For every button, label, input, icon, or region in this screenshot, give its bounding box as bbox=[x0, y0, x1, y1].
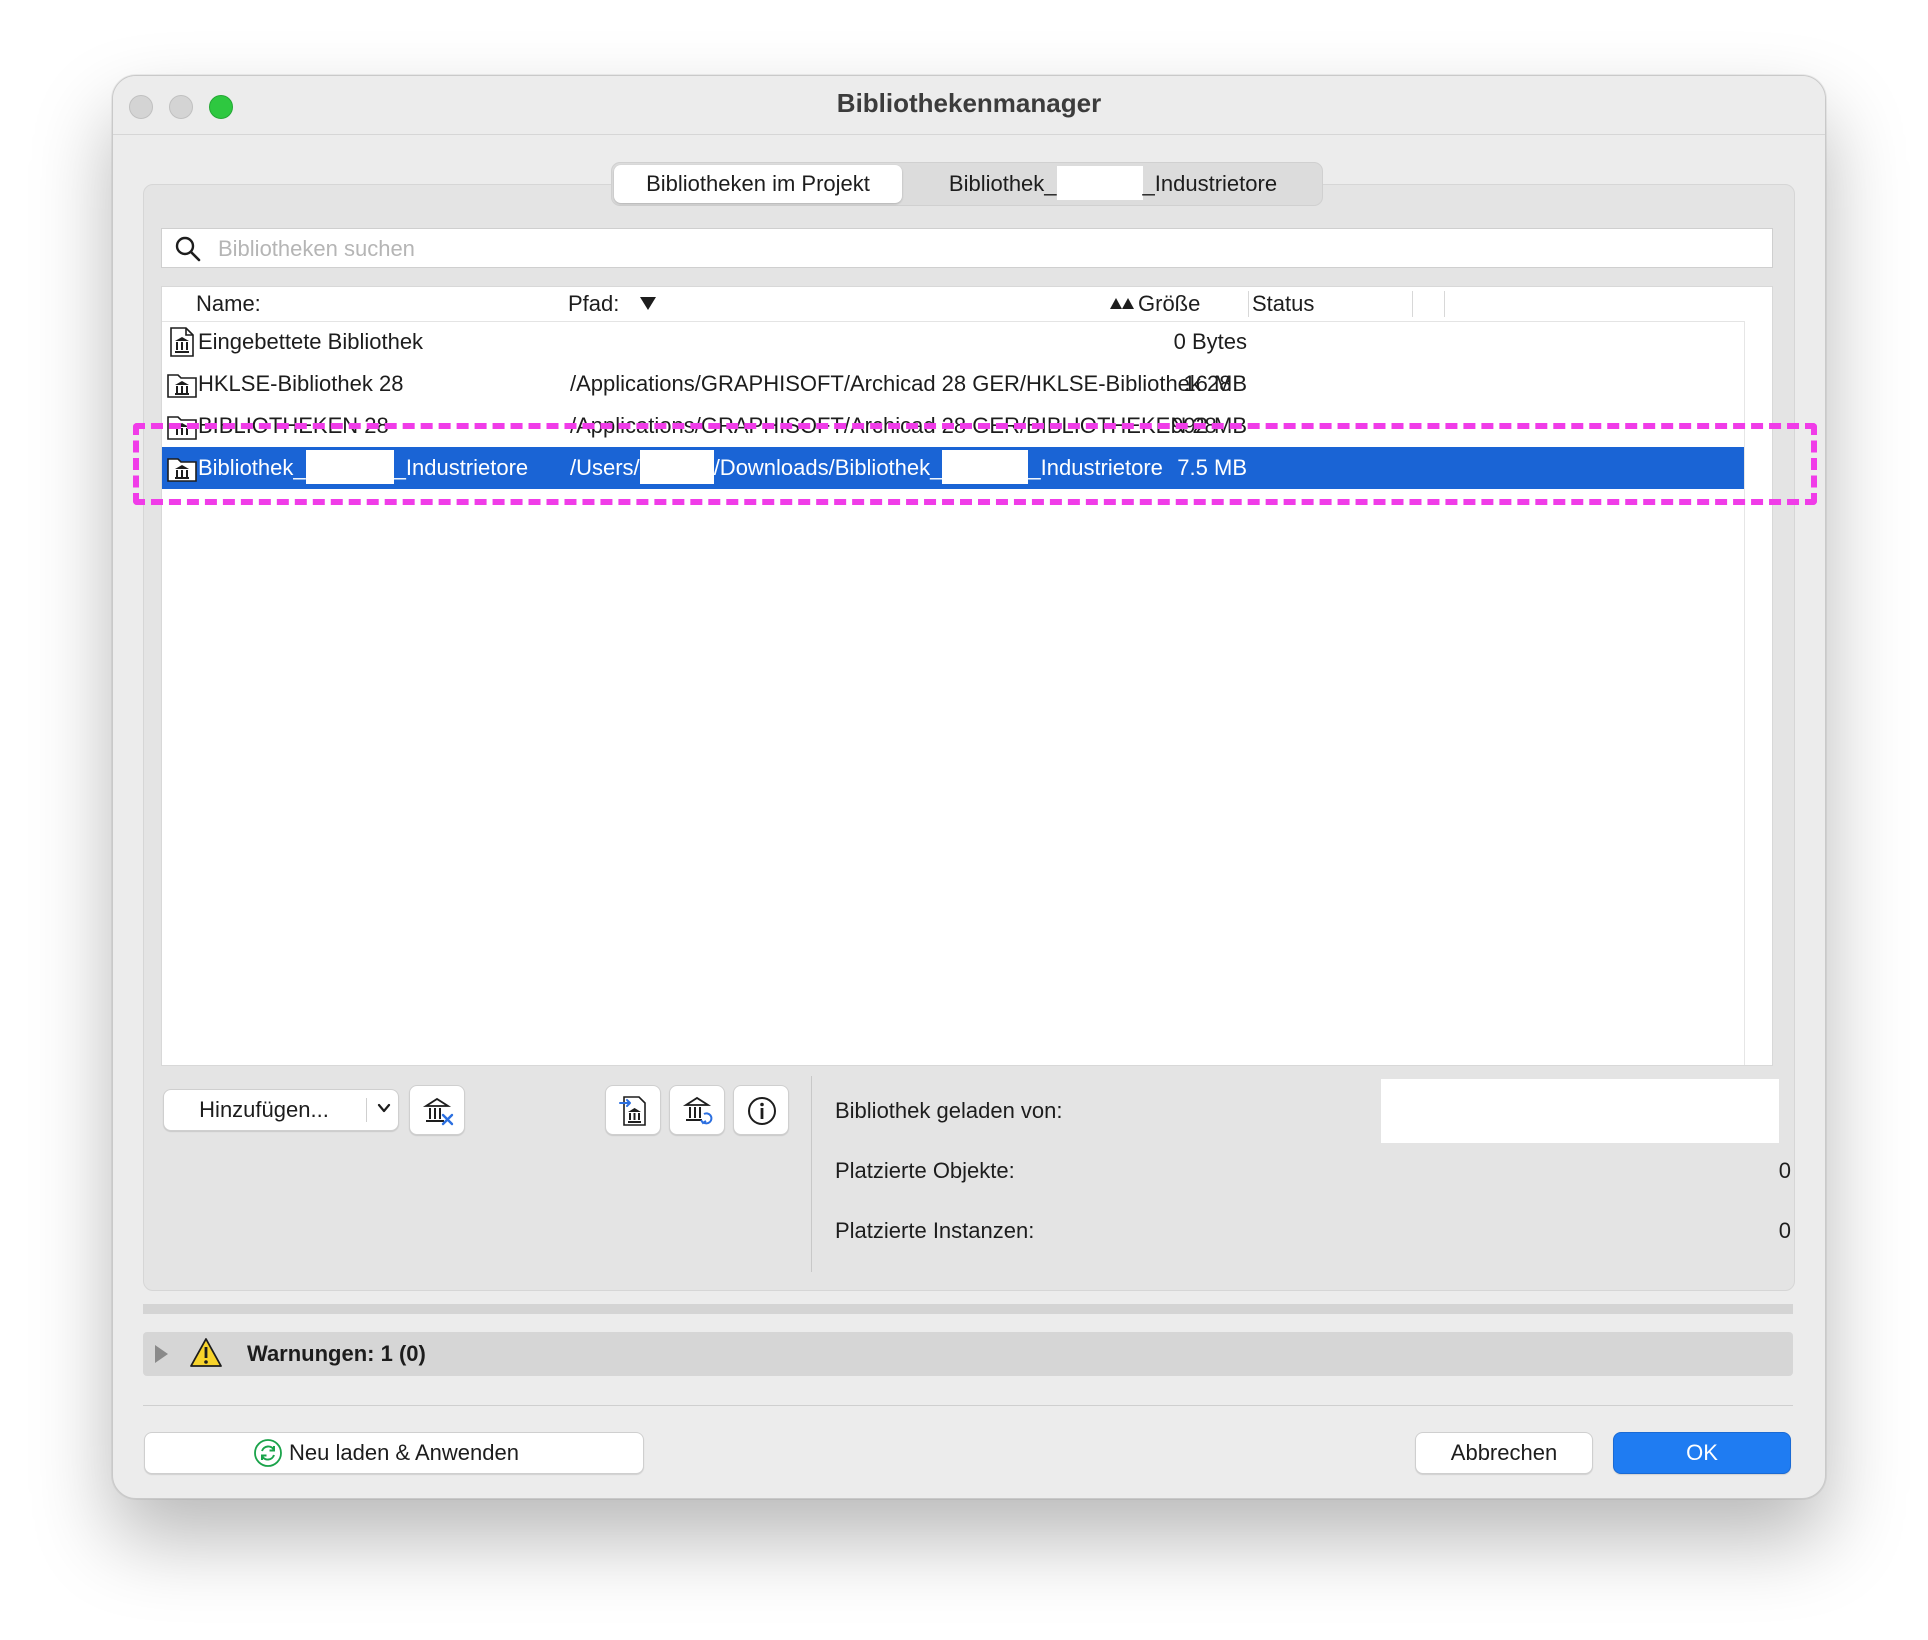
tab-libraries-in-project[interactable]: Bibliotheken im Projekt bbox=[614, 165, 902, 203]
disclosure-triangle-icon[interactable] bbox=[155, 1345, 168, 1363]
chevron-down-icon[interactable] bbox=[376, 1100, 392, 1116]
row-name: BIBLIOTHEKEN 28 bbox=[198, 413, 389, 438]
library-folder-icon bbox=[167, 458, 197, 482]
tab-label-suffix: _Industrietore bbox=[1142, 171, 1278, 196]
column-header-name[interactable]: Name: bbox=[196, 287, 261, 321]
table-row-bibliotheken-28[interactable]: BIBLIOTHEKEN 28 /Applications/GRAPHISOFT… bbox=[162, 405, 1744, 447]
remove-library-button[interactable] bbox=[409, 1085, 465, 1135]
redacted-block bbox=[942, 450, 1029, 485]
loaded-from-value-box bbox=[1381, 1079, 1779, 1143]
window-title: Bibliothekenmanager bbox=[836, 88, 1102, 118]
vertical-scrollbar[interactable] bbox=[1744, 321, 1772, 1065]
search-icon bbox=[175, 236, 201, 262]
table-header: Name: Pfad: Größe Status bbox=[162, 287, 1772, 322]
column-header-status[interactable]: Status bbox=[1252, 287, 1314, 321]
row-name-prefix: Bibliothek_ bbox=[198, 455, 306, 480]
placed-instances-label: Platzierte Instanzen: bbox=[835, 1218, 1035, 1243]
table-row-industrietore-library[interactable]: Bibliothek_ _Industrietore /Users/ /Downlo… bbox=[162, 447, 1744, 489]
remove-library-icon bbox=[422, 1097, 454, 1126]
footer-divider bbox=[143, 1405, 1793, 1406]
column-separator bbox=[1444, 291, 1445, 317]
library-table: Name: Pfad: Größe Status Eingebettete Bi… bbox=[161, 286, 1773, 1066]
table-row-embedded-library[interactable]: Eingebettete Bibliothek 0 Bytes bbox=[162, 321, 1744, 363]
placed-instances-value: 0 bbox=[1778, 1218, 1791, 1243]
warnings-label: Warnungen: 1 (0) bbox=[247, 1341, 426, 1366]
row-name-suffix: _Industrietore bbox=[393, 455, 529, 480]
tab-library-industrietore[interactable]: Bibliothek_ _Industrietore bbox=[908, 163, 1318, 205]
embed-library-button[interactable] bbox=[605, 1085, 661, 1135]
reload-icon bbox=[254, 1439, 282, 1467]
table-row-hklse-library[interactable]: HKLSE-Bibliothek 28 /Applications/GRAPHI… bbox=[162, 363, 1744, 405]
row-path-part: /Downloads/Bibliothek_ bbox=[713, 455, 943, 480]
tab-bar: Bibliotheken im Projekt Bibliothek_ _Indu… bbox=[611, 162, 1323, 206]
embedded-library-icon bbox=[170, 327, 194, 357]
reload-and-apply-button[interactable]: Neu laden & Anwenden bbox=[144, 1432, 644, 1474]
warning-icon bbox=[190, 1338, 222, 1367]
row-size: 7.5 MB bbox=[1177, 455, 1247, 480]
panel-divider bbox=[811, 1076, 812, 1272]
column-separator bbox=[1248, 291, 1249, 317]
library-refresh-icon bbox=[682, 1096, 713, 1125]
info-icon bbox=[748, 1097, 776, 1125]
row-name: Eingebettete Bibliothek bbox=[198, 329, 424, 354]
sort-ascending-icon[interactable] bbox=[1110, 298, 1122, 309]
search-field[interactable] bbox=[161, 228, 1773, 269]
add-library-dropdown[interactable]: Hinzufügen... bbox=[163, 1089, 399, 1131]
ok-button[interactable]: OK bbox=[1613, 1432, 1791, 1474]
row-path-part: /Users/ bbox=[570, 455, 640, 480]
row-name: HKLSE-Bibliothek 28 bbox=[198, 371, 404, 396]
search-input[interactable] bbox=[216, 229, 1720, 269]
library-folder-icon bbox=[167, 374, 197, 398]
row-size: 0 Bytes bbox=[1173, 329, 1247, 354]
loaded-from-label: Bibliothek geladen von: bbox=[835, 1098, 1063, 1123]
embed-library-icon bbox=[619, 1096, 646, 1126]
column-header-size[interactable]: Größe bbox=[1138, 287, 1200, 321]
titlebar: Bibliothekenmanager bbox=[113, 76, 1825, 135]
row-name: Bibliothek_ _Industrietore bbox=[198, 447, 528, 489]
tab-label-prefix: Bibliothek_ bbox=[948, 171, 1057, 196]
sort-descending-icon[interactable] bbox=[640, 297, 656, 310]
warnings-bar[interactable]: Warnungen: 1 (0) bbox=[143, 1332, 1793, 1376]
add-library-label: Hinzufügen... bbox=[199, 1097, 329, 1122]
library-info-button[interactable] bbox=[733, 1085, 789, 1135]
column-separator bbox=[1412, 291, 1413, 317]
placed-objects-label: Platzierte Objekte: bbox=[835, 1158, 1015, 1183]
placed-objects-value: 0 bbox=[1778, 1158, 1791, 1183]
redacted-block bbox=[639, 450, 714, 485]
reload-and-apply-label: Neu laden & Anwenden bbox=[289, 1440, 519, 1465]
redacted-block bbox=[1056, 166, 1143, 201]
progress-track bbox=[143, 1304, 1793, 1314]
library-folder-icon bbox=[167, 416, 197, 440]
redacted-block bbox=[305, 450, 394, 485]
row-size: 16 MB bbox=[1183, 371, 1247, 396]
sort-ascending-icon-2 bbox=[1122, 298, 1134, 309]
reload-library-button[interactable] bbox=[669, 1085, 725, 1135]
library-manager-window: Bibliothekenmanager Bibliotheken im Proj… bbox=[112, 75, 1826, 1499]
dropdown-separator bbox=[366, 1098, 367, 1122]
cancel-button[interactable]: Abbrechen bbox=[1415, 1432, 1593, 1474]
column-header-path[interactable]: Pfad: bbox=[568, 287, 619, 321]
row-size: 992 MB bbox=[1171, 413, 1247, 438]
